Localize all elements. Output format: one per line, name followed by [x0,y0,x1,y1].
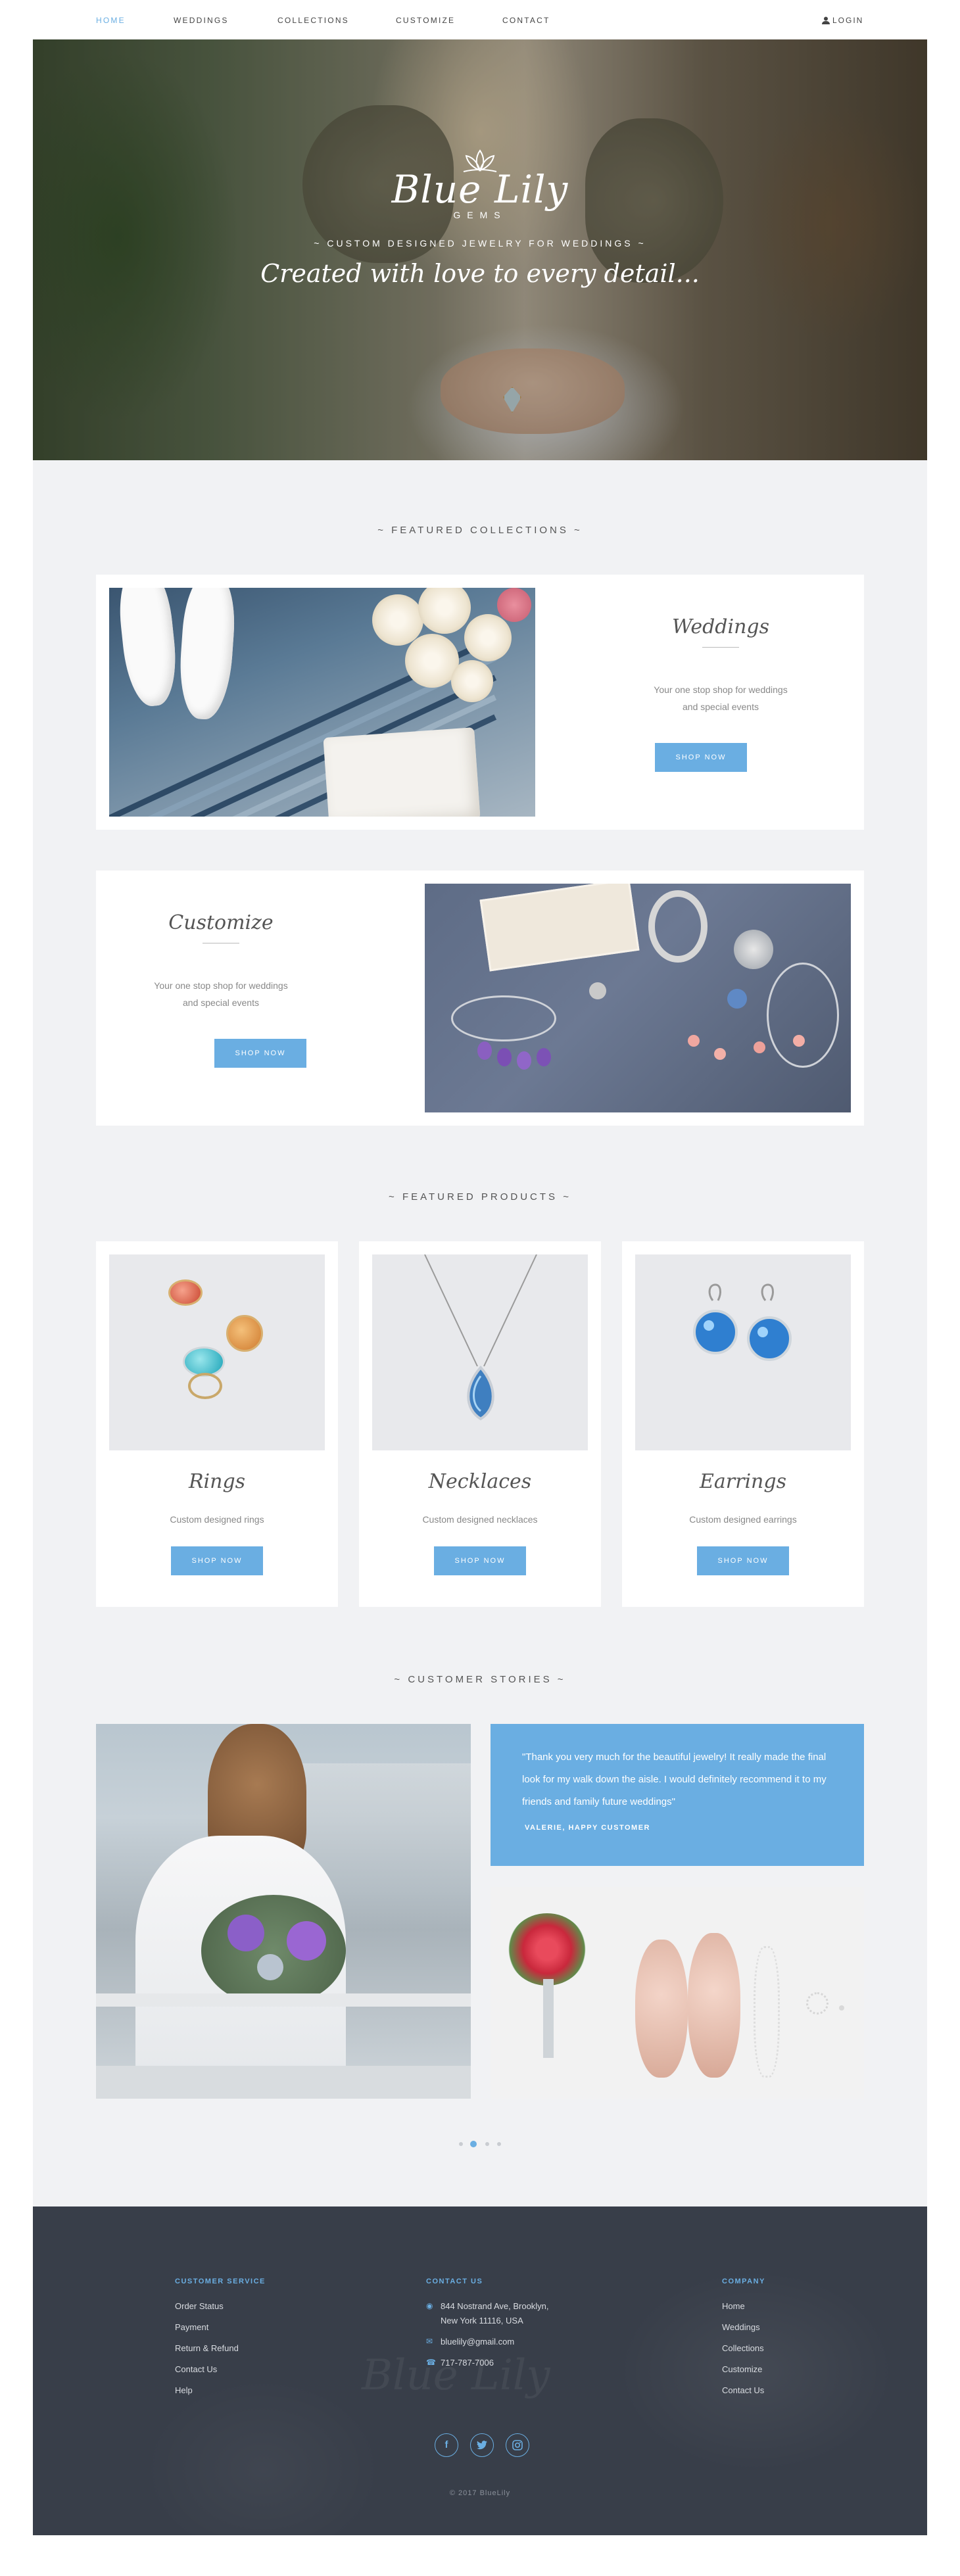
testimonial-author: VALERIE, HAPPY CUSTOMER [525,1824,650,1832]
hero-tagline: ~ Custom designed jewelry for weddings ~ [314,238,646,249]
footer-link-collections[interactable]: Collections [722,2343,764,2353]
weddings-desc: Your one stop shop for weddings and speci… [654,684,788,712]
necklaces-title: Necklaces [428,1470,532,1493]
rings-image [109,1254,325,1450]
login-label: LOGIN [832,16,864,25]
nav-weddings[interactable]: WEDDINGS [174,16,229,25]
earrings-desc: Custom designed earrings [689,1514,797,1525]
rings-shop-button[interactable]: SHOP NOW [171,1546,263,1575]
bride-image [96,1724,471,2099]
footer-company-heading: COMPANY [722,2278,765,2285]
testimonial-box: "Thank you very much for the beautiful j… [491,1724,864,1866]
customize-title: Customize [168,911,274,934]
twitter-icon[interactable] [470,2433,494,2457]
testimonial-quote: "Thank you very much for the beautiful j… [522,1752,827,1807]
footer-link-contact[interactable]: Contact Us [722,2385,764,2395]
user-icon [822,16,830,24]
necklaces-shop-button[interactable]: SHOP NOW [434,1546,526,1575]
carousel-dot-3[interactable] [485,2142,489,2146]
footer-link-return-refund[interactable]: Return & Refund [175,2343,239,2353]
nav-home[interactable]: HOME [96,16,126,25]
shoes-image [491,1887,864,2099]
footer-link-help[interactable]: Help [175,2385,193,2395]
nav-customize[interactable]: CUSTOMIZE [396,16,455,25]
email-icon: ✉ [426,2337,433,2346]
weddings-image [109,588,535,817]
weddings-shop-button[interactable]: SHOP NOW [655,743,747,772]
footer-link-weddings[interactable]: Weddings [722,2322,760,2332]
earrings-title: Earrings [700,1470,786,1493]
carousel-dot-4[interactable] [497,2142,501,2146]
footer-customer-service-heading: CUSTOMER SERVICE [175,2278,266,2285]
featured-collections-title: ~ Featured Collections ~ [377,525,583,536]
necklaces-image [372,1254,588,1450]
hero-banner: Blue Lily GEMS ~ Custom designed jewelry… [33,39,927,460]
weddings-title: Weddings [671,615,770,638]
customize-shop-button[interactable]: SHOP NOW [214,1039,306,1068]
footer-link-contact-us[interactable]: Contact Us [175,2364,217,2374]
footer-link-order-status[interactable]: Order Status [175,2301,224,2311]
customer-stories-title: ~ Customer Stories ~ [394,1674,566,1685]
necklaces-card: Necklaces Custom designed necklaces SHOP… [359,1241,601,1607]
footer-link-customize[interactable]: Customize [722,2364,762,2374]
hero-script: Created with love to every detail... [260,259,700,288]
footer-link-payment[interactable]: Payment [175,2322,208,2332]
phone-icon: ☎ [426,2358,436,2367]
footer-address-line2: New York 11116, USA [441,2316,523,2326]
customize-desc: Your one stop shop for weddings and speci… [154,980,288,1008]
brand-logo[interactable]: Blue Lily GEMS [33,148,927,220]
login-link[interactable]: LOGIN [822,16,863,25]
location-pin-icon: ◉ [426,2301,433,2310]
customize-card: Customize Your one stop shop for wedding… [96,871,864,1126]
earrings-card: Earrings Custom designed earrings SHOP N… [622,1241,864,1607]
footer: Blue Lily CUSTOMER SERVICE Order Status … [33,2206,927,2535]
earrings-shop-button[interactable]: SHOP NOW [697,1546,789,1575]
facebook-icon[interactable]: f [435,2433,458,2457]
featured-products-title: ~ Featured Products ~ [389,1191,571,1203]
rings-desc: Custom designed rings [170,1514,264,1525]
necklaces-desc: Custom designed necklaces [422,1514,538,1525]
footer-email[interactable]: bluelily@gmail.com [441,2337,514,2347]
logo-script: Blue Lily [391,167,569,212]
footer-address-line1: 844 Nostrand Ave, Brooklyn, [441,2301,549,2311]
footer-contact-heading: CONTACT US [426,2278,483,2285]
carousel-dot-2[interactable] [470,2141,477,2147]
earrings-image [635,1254,851,1450]
carousel-dot-1[interactable] [459,2142,463,2146]
logo-sub: GEMS [453,210,507,220]
nav-contact[interactable]: CONTACT [502,16,550,25]
weddings-card: Weddings Your one stop shop for weddings… [96,575,864,830]
customize-image [425,884,851,1112]
rings-title: Rings [188,1470,246,1493]
top-nav: HOME WEDDINGS COLLECTIONS CUSTOMIZE CONT… [0,0,960,39]
copyright: © 2017 BlueLily [449,2489,511,2497]
rings-card: Rings Custom designed rings SHOP NOW [96,1241,338,1607]
nav-collections[interactable]: COLLECTIONS [277,16,349,25]
footer-phone[interactable]: 717-787-7006 [441,2358,494,2368]
instagram-icon[interactable] [506,2433,529,2457]
footer-link-home[interactable]: Home [722,2301,745,2311]
